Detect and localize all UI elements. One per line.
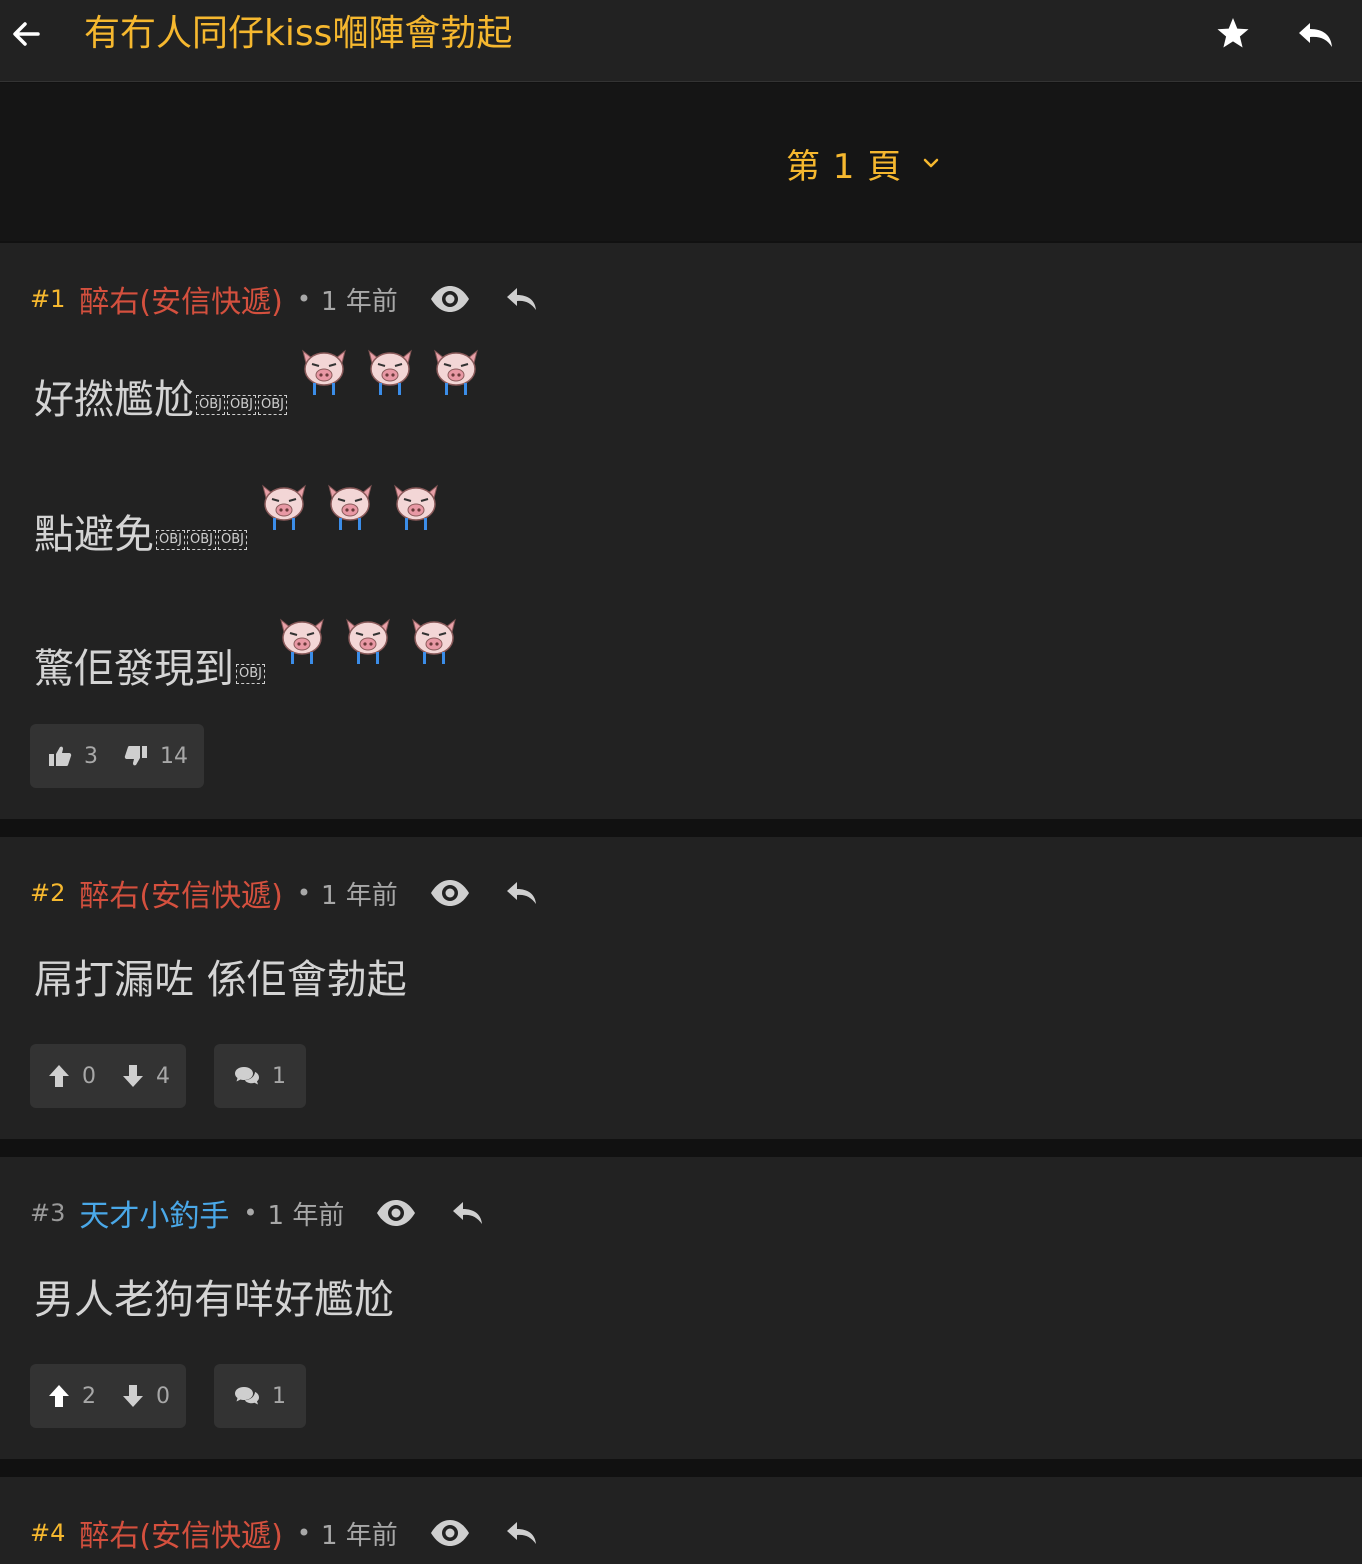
author-name[interactable]: 天才小釣手 — [79, 1191, 229, 1235]
reply-icon[interactable] — [500, 281, 544, 317]
upvote-count: 0 — [82, 1063, 96, 1089]
dislike-button[interactable]: 14 — [124, 744, 188, 769]
comments-icon — [235, 1067, 259, 1085]
post-meta: #4 醉右(安信快遞) • 1 年前 — [30, 1511, 544, 1555]
author-name[interactable]: 醉右(安信快遞) — [79, 277, 282, 321]
crying-pig-emoji — [387, 480, 445, 536]
crying-pig-emoji — [321, 480, 379, 536]
post-2: #2 醉右(安信快遞) • 1 年前 屌打漏咗 係佢會勃起 0 4 1 — [0, 837, 1362, 1139]
author-name[interactable]: 醉右(安信快遞) — [79, 1511, 282, 1555]
crying-pig-emoji — [255, 480, 313, 536]
post-1: #1 醉右(安信快遞) • 1 年前 好撚尷尬 OBJ OBJ OBJ 點避免 OB… — [0, 243, 1362, 819]
object-placeholder: OBJ — [236, 664, 265, 684]
separator-dot: • — [296, 879, 311, 907]
line-text: 好撚尷尬 — [34, 377, 194, 423]
crying-pig-emoji — [339, 614, 397, 670]
reply-icon[interactable] — [500, 875, 544, 911]
object-placeholder: OBJ — [218, 530, 247, 550]
back-arrow-icon[interactable] — [10, 14, 46, 54]
post-meta: #3 天才小釣手 • 1 年前 — [30, 1191, 490, 1235]
upvote-button[interactable]: 0 — [48, 1064, 96, 1089]
crying-pig-emoji — [427, 345, 485, 401]
reply-icon[interactable] — [446, 1195, 490, 1231]
comments-button[interactable]: 1 — [214, 1364, 306, 1428]
post-number: #2 — [30, 879, 66, 907]
post-number: #1 — [30, 285, 66, 313]
line-text: 點避免 — [34, 512, 154, 558]
crying-pig-emoji — [295, 345, 353, 401]
separator-dot: • — [296, 1519, 311, 1547]
post-text-line: 驚佢發現到 OBJ — [34, 618, 463, 694]
eye-icon[interactable] — [428, 875, 472, 911]
page-label: 第 1 頁 — [786, 146, 903, 187]
post-text: 男人老狗有咩好尷尬 — [34, 1277, 394, 1323]
pagination-bar: 第 1 頁 — [0, 83, 1362, 241]
post-text: 屌打漏咗 係佢會勃起 — [34, 957, 407, 1003]
author-name[interactable]: 醉右(安信快遞) — [79, 871, 282, 915]
object-placeholder: OBJ — [258, 395, 287, 415]
object-placeholder: OBJ — [227, 395, 256, 415]
arrow-down-icon — [123, 1385, 143, 1407]
post-text-line: 好撚尷尬 OBJ OBJ OBJ — [34, 349, 485, 425]
line-text: 驚佢發現到 — [34, 646, 234, 692]
crying-pig-emoji — [273, 614, 331, 670]
crying-pig-emoji — [405, 614, 463, 670]
eye-icon[interactable] — [428, 281, 472, 317]
comment-count: 1 — [272, 1383, 286, 1409]
crying-pig-emoji — [361, 345, 419, 401]
post-meta: #1 醉右(安信快遞) • 1 年前 — [30, 277, 544, 321]
object-placeholder: OBJ — [156, 530, 185, 550]
post-3: #3 天才小釣手 • 1 年前 男人老狗有咩好尷尬 2 0 1 — [0, 1157, 1362, 1459]
arrow-down-icon — [123, 1065, 143, 1087]
post-time: 1 年前 — [320, 286, 398, 317]
separator-dot: • — [296, 285, 311, 313]
comment-count: 1 — [272, 1063, 286, 1089]
page-selector[interactable]: 第 1 頁 — [786, 139, 942, 187]
vote-box: 2 0 — [30, 1364, 186, 1428]
separator-dot: • — [243, 1199, 258, 1227]
post-4: #4 醉右(安信快遞) • 1 年前 — [0, 1477, 1362, 1564]
object-placeholder: OBJ — [187, 530, 216, 550]
comments-button[interactable]: 1 — [214, 1044, 306, 1108]
post-time: 1 年前 — [267, 1200, 345, 1231]
thumbs-down-icon — [124, 746, 147, 766]
post-number: #4 — [30, 1519, 66, 1547]
upvote-count: 2 — [82, 1383, 96, 1409]
comments-icon — [235, 1387, 259, 1405]
post-time: 1 年前 — [320, 880, 398, 911]
eye-icon[interactable] — [374, 1195, 418, 1231]
downvote-count: 4 — [156, 1063, 170, 1089]
post-number: #3 — [30, 1199, 66, 1227]
thread-title: 有冇人同仔kiss嗰陣會勃起 — [84, 13, 513, 54]
like-count: 3 — [84, 743, 98, 769]
like-button[interactable]: 3 — [48, 744, 98, 769]
star-icon[interactable] — [1212, 14, 1254, 54]
vote-box: 0 4 — [30, 1044, 186, 1108]
reply-icon[interactable] — [500, 1515, 544, 1551]
top-bar: 有冇人同仔kiss嗰陣會勃起 — [0, 0, 1362, 82]
post-text-line: 點避免 OBJ OBJ OBJ — [34, 484, 445, 560]
dislike-count: 14 — [160, 743, 188, 769]
upvote-button[interactable]: 2 — [48, 1384, 96, 1409]
downvote-button[interactable]: 4 — [122, 1064, 170, 1089]
post-time: 1 年前 — [320, 1520, 398, 1551]
vote-box: 3 14 — [30, 724, 204, 788]
eye-icon[interactable] — [428, 1515, 472, 1551]
reply-icon[interactable] — [1294, 14, 1338, 54]
arrow-up-icon — [49, 1065, 69, 1087]
chevron-down-icon — [924, 158, 939, 168]
object-placeholder: OBJ — [196, 395, 225, 415]
thumbs-up-icon — [49, 746, 72, 766]
post-meta: #2 醉右(安信快遞) • 1 年前 — [30, 871, 544, 915]
arrow-up-icon — [49, 1385, 69, 1407]
downvote-count: 0 — [156, 1383, 170, 1409]
downvote-button[interactable]: 0 — [122, 1384, 170, 1409]
